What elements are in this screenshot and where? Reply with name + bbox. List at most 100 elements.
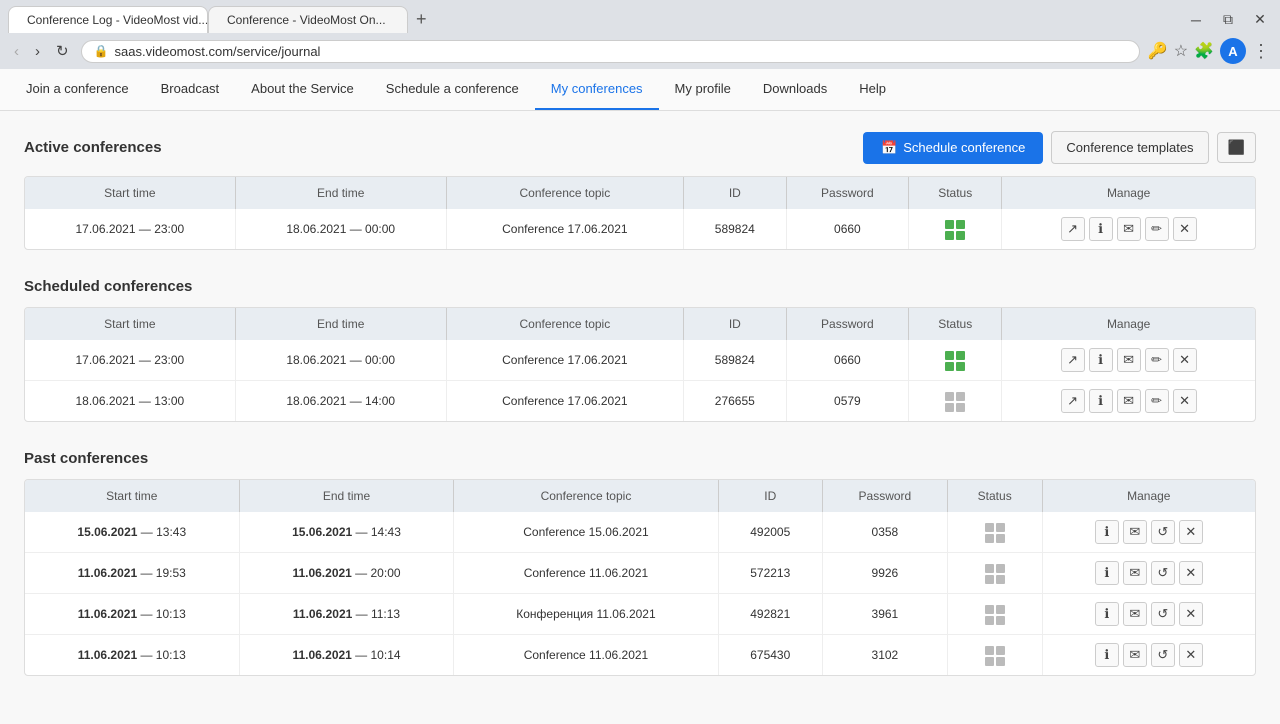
manage-enter-btn[interactable]: ↗ — [1061, 389, 1085, 413]
manage-info-btn[interactable]: ℹ — [1089, 217, 1113, 241]
bookmark-icon[interactable]: ☆ — [1174, 41, 1188, 61]
manage-mail-btn[interactable]: ✉ — [1123, 643, 1147, 667]
manage-info-btn[interactable]: ℹ — [1089, 389, 1113, 413]
sched-row1-start: 17.06.2021 — 23:00 — [25, 340, 235, 381]
nav-join-conference[interactable]: Join a conference — [10, 69, 145, 110]
past-row2-start: 11.06.2021 — 19:53 — [25, 553, 239, 594]
manage-delete-btn[interactable]: ✕ — [1173, 389, 1197, 413]
manage-edit-btn[interactable]: ✏ — [1145, 389, 1169, 413]
manage-info-btn[interactable]: ℹ — [1095, 643, 1119, 667]
manage-delete-btn[interactable]: ✕ — [1179, 643, 1203, 667]
sched-row1-password: 0660 — [786, 340, 909, 381]
lock-icon: 🔒 — [94, 44, 109, 58]
active-conferences-actions: 📅 Schedule conference Conference templat… — [863, 131, 1256, 164]
url-text: saas.videomost.com/service/journal — [115, 44, 1127, 59]
nav-my-profile[interactable]: My profile — [659, 69, 747, 110]
reload-button[interactable]: ↻ — [52, 40, 73, 62]
sched-row1-status — [909, 340, 1002, 381]
table-row: 17.06.2021 — 23:00 18.06.2021 — 00:00 Co… — [25, 340, 1255, 381]
manage-edit-btn[interactable]: ✏ — [1145, 348, 1169, 372]
manage-refresh-btn[interactable]: ↺ — [1151, 602, 1175, 626]
past-row2-status — [947, 553, 1042, 594]
manage-info-btn[interactable]: ℹ — [1089, 348, 1113, 372]
past-row2-password: 9926 — [822, 553, 947, 594]
manage-delete-btn[interactable]: ✕ — [1179, 561, 1203, 585]
tab-2[interactable]: Conference - VideoMost On... ✕ — [208, 6, 408, 33]
table-row: 18.06.2021 — 13:00 18.06.2021 — 14:00 Co… — [25, 381, 1255, 422]
sched-row2-status — [909, 381, 1002, 422]
sched-row1-manage: ↗ ℹ ✉ ✏ ✕ — [1002, 340, 1255, 381]
past-row2-topic: Conference 11.06.2021 — [454, 553, 718, 594]
scheduled-conferences-section: Scheduled conferences Start time End tim… — [24, 278, 1256, 422]
manage-delete-btn[interactable]: ✕ — [1179, 520, 1203, 544]
maximize-button[interactable]: ⧉ — [1216, 8, 1240, 32]
user-avatar[interactable]: A — [1220, 38, 1246, 64]
active-row-start: 17.06.2021 — 23:00 — [25, 209, 235, 249]
past-row1-status — [947, 512, 1042, 553]
schedule-conference-button[interactable]: 📅 Schedule conference — [863, 132, 1043, 164]
tab-2-label: Conference - VideoMost On... — [227, 13, 386, 27]
manage-info-btn[interactable]: ℹ — [1095, 602, 1119, 626]
manage-mail-btn[interactable]: ✉ — [1123, 561, 1147, 585]
sched-col-end: End time — [235, 308, 446, 340]
nav-downloads[interactable]: Downloads — [747, 69, 843, 110]
past-conferences-table: Start time End time Conference topic ID … — [24, 479, 1256, 676]
new-tab-button[interactable]: + — [408, 9, 435, 30]
sched-col-password: Password — [786, 308, 909, 340]
manage-refresh-btn[interactable]: ↺ — [1151, 520, 1175, 544]
manage-enter-btn[interactable]: ↗ — [1061, 217, 1085, 241]
past-row1-password: 0358 — [822, 512, 947, 553]
forward-button[interactable]: › — [31, 41, 44, 62]
col-end-time: End time — [235, 177, 446, 209]
close-button[interactable]: ✕ — [1248, 8, 1272, 32]
sched-row1-end: 18.06.2021 — 00:00 — [235, 340, 446, 381]
manage-mail-btn[interactable]: ✉ — [1117, 348, 1141, 372]
conference-templates-button[interactable]: Conference templates — [1051, 131, 1208, 164]
back-button[interactable]: ‹ — [10, 41, 23, 62]
export-icon-button[interactable]: ⬛ — [1217, 132, 1256, 163]
past-row3-start: 11.06.2021 — 10:13 — [25, 594, 239, 635]
nav-my-conferences[interactable]: My conferences — [535, 69, 659, 110]
sched-row1-id: 589824 — [684, 340, 787, 381]
nav-help[interactable]: Help — [843, 69, 902, 110]
extensions-icon[interactable]: 🧩 — [1194, 41, 1214, 61]
table-row: 15.06.2021 — 13:43 15.06.2021 — 14:43 Co… — [25, 512, 1255, 553]
past-row1-topic: Conference 15.06.2021 — [454, 512, 718, 553]
table-row: 11.06.2021 — 10:13 11.06.2021 — 11:13 Ко… — [25, 594, 1255, 635]
nav-about[interactable]: About the Service — [235, 69, 370, 110]
manage-delete-btn[interactable]: ✕ — [1179, 602, 1203, 626]
manage-refresh-btn[interactable]: ↺ — [1151, 643, 1175, 667]
manage-info-btn[interactable]: ℹ — [1095, 561, 1119, 585]
manage-enter-btn[interactable]: ↗ — [1061, 348, 1085, 372]
manage-mail-btn[interactable]: ✉ — [1117, 389, 1141, 413]
manage-delete-btn[interactable]: ✕ — [1173, 217, 1197, 241]
manage-refresh-btn[interactable]: ↺ — [1151, 561, 1175, 585]
past-row2-id: 572213 — [718, 553, 822, 594]
past-col-topic: Conference topic — [454, 480, 718, 512]
manage-edit-btn[interactable]: ✏ — [1145, 217, 1169, 241]
manage-delete-btn[interactable]: ✕ — [1173, 348, 1197, 372]
menu-dots[interactable]: ⋮ — [1252, 41, 1270, 62]
manage-mail-btn[interactable]: ✉ — [1123, 602, 1147, 626]
past-row4-topic: Conference 11.06.2021 — [454, 635, 718, 676]
manage-info-btn[interactable]: ℹ — [1095, 520, 1119, 544]
manage-mail-btn[interactable]: ✉ — [1117, 217, 1141, 241]
tab-1[interactable]: Conference Log - VideoMost vid... ✕ — [8, 6, 208, 33]
active-row-id: 589824 — [684, 209, 787, 249]
sched-col-status: Status — [909, 308, 1002, 340]
active-conferences-section: Active conferences 📅 Schedule conference… — [24, 131, 1256, 250]
past-col-id: ID — [718, 480, 822, 512]
past-row1-manage: ℹ ✉ ↺ ✕ — [1042, 512, 1255, 553]
active-row-password: 0660 — [786, 209, 909, 249]
past-col-start: Start time — [25, 480, 239, 512]
nav-schedule-conference[interactable]: Schedule a conference — [370, 69, 535, 110]
nav-broadcast[interactable]: Broadcast — [145, 69, 236, 110]
sched-col-manage: Manage — [1002, 308, 1255, 340]
minimize-button[interactable]: ─ — [1184, 8, 1208, 32]
url-bar[interactable]: 🔒 saas.videomost.com/service/journal — [81, 40, 1140, 63]
manage-mail-btn[interactable]: ✉ — [1123, 520, 1147, 544]
sched-row1-topic: Conference 17.06.2021 — [446, 340, 683, 381]
key-icon[interactable]: 🔑 — [1148, 41, 1168, 61]
past-row2-end: 11.06.2021 — 20:00 — [239, 553, 454, 594]
tab-bar: Conference Log - VideoMost vid... ✕ Conf… — [0, 0, 1280, 33]
